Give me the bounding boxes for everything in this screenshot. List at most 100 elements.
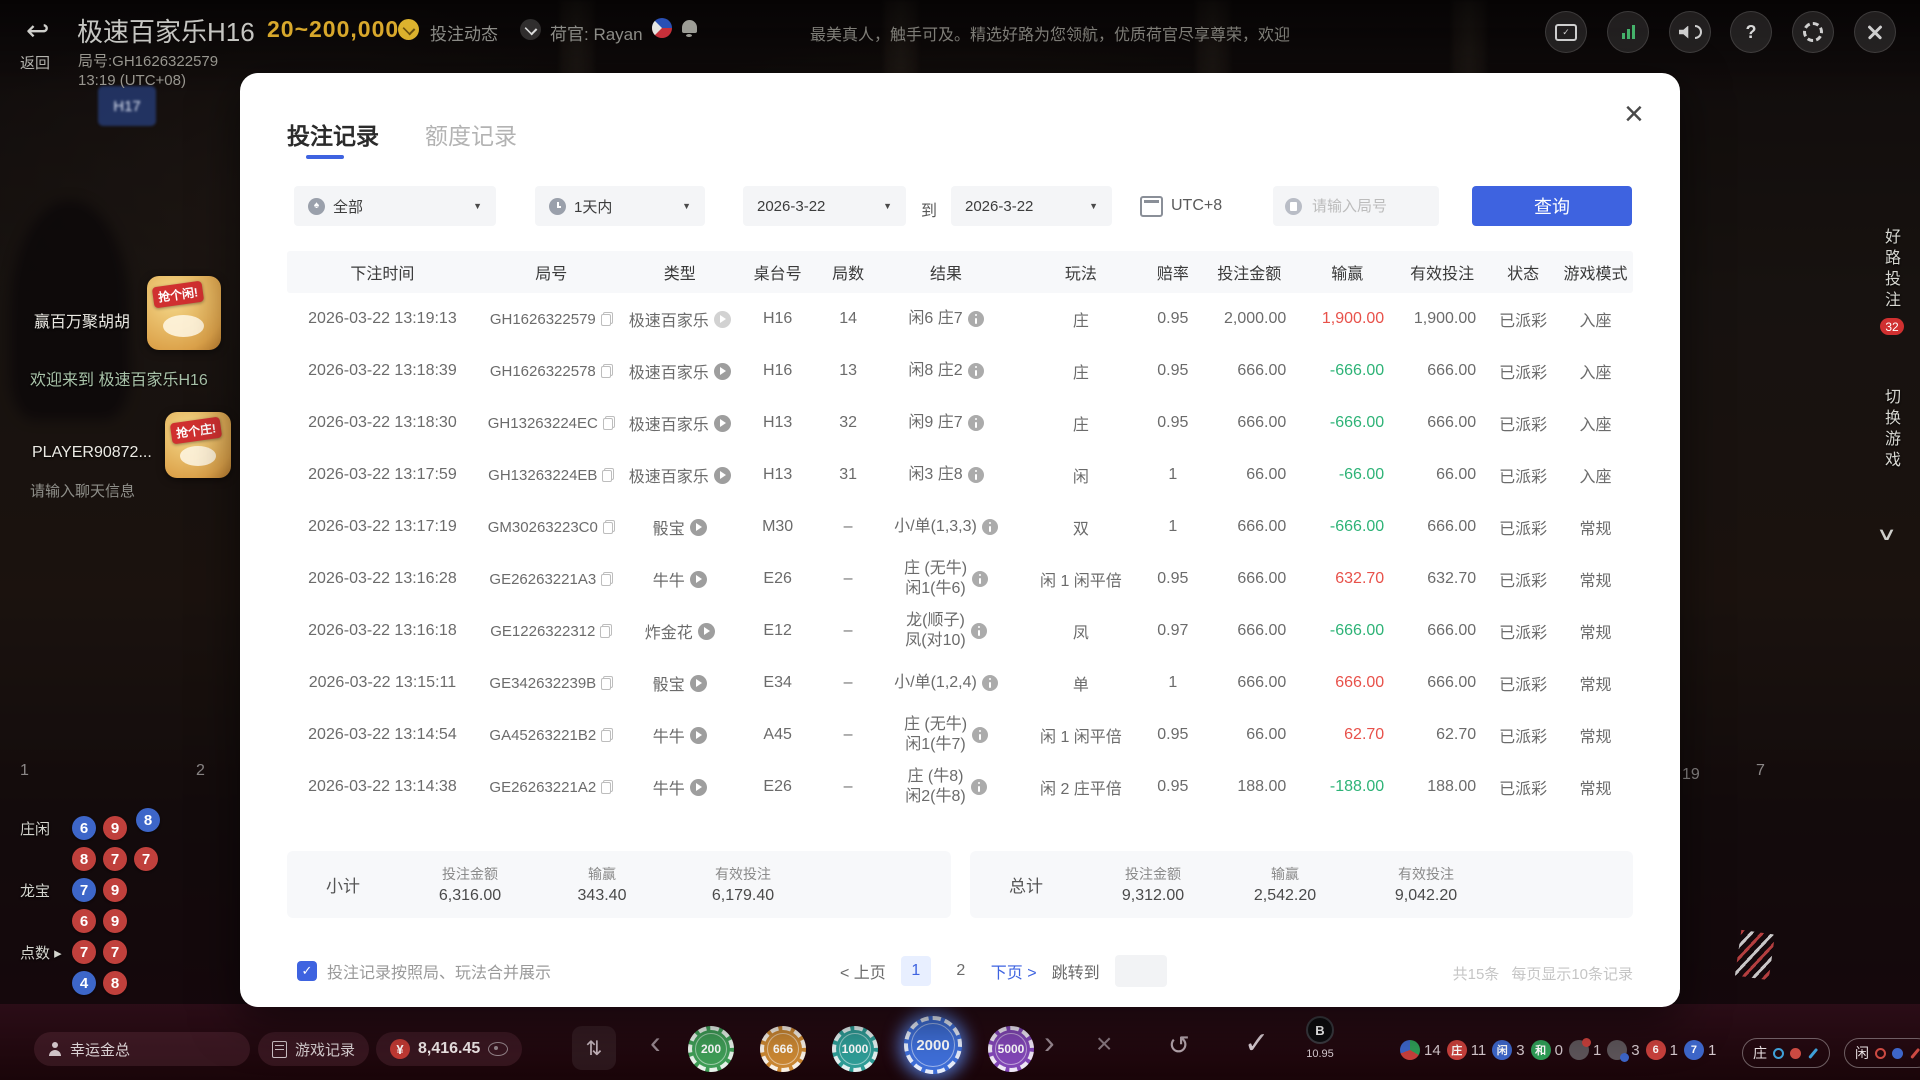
tab-bet-records[interactable]: 投注记录: [287, 117, 379, 151]
info-icon[interactable]: [982, 675, 998, 691]
cell-valid-bet: 666.00: [1396, 518, 1488, 536]
chat-input[interactable]: [28, 482, 222, 501]
replay-icon[interactable]: [714, 363, 731, 380]
replay-icon[interactable]: [714, 467, 731, 484]
settings-button[interactable]: [1792, 11, 1834, 53]
copy-icon[interactable]: [601, 312, 613, 326]
bet-dynamics-label[interactable]: 投注动态: [430, 20, 498, 45]
notification-bell-icon[interactable]: [682, 20, 697, 33]
bet-limit-caret-icon[interactable]: [398, 19, 419, 40]
bet-chip[interactable]: 2000: [904, 1016, 962, 1074]
prev-page-button[interactable]: < 上页: [840, 959, 886, 983]
replay-icon[interactable]: [690, 779, 707, 796]
info-icon[interactable]: [972, 727, 988, 743]
video-settings-button[interactable]: ✓: [1545, 11, 1587, 53]
subtotal-bet-value: 6,316.00: [439, 887, 501, 905]
close-icon[interactable]: ×: [1624, 97, 1644, 131]
time-range-select[interactable]: 1天内 ▼: [535, 186, 705, 226]
speaker-button[interactable]: [1669, 11, 1711, 53]
collapse-chevron-icon[interactable]: ∨: [1876, 524, 1897, 545]
game-type-text: 炸金花: [645, 619, 693, 643]
replay-icon[interactable]: [690, 727, 707, 744]
chip-rack: 200666100020005000: [688, 1020, 1034, 1078]
jump-page-input[interactable]: [1115, 955, 1167, 987]
gear-icon: [1803, 22, 1823, 42]
bet-chip[interactable]: 666: [760, 1026, 806, 1072]
page-2-button[interactable]: 2: [946, 956, 976, 986]
query-button[interactable]: 查询: [1472, 186, 1632, 226]
seat-number: 2: [196, 762, 205, 780]
info-icon[interactable]: [982, 519, 998, 535]
road-stat-count: 3: [1631, 1042, 1639, 1059]
info-icon[interactable]: [972, 571, 988, 587]
bet-chip[interactable]: 200: [688, 1026, 734, 1072]
next-page-button[interactable]: 下页 >: [991, 959, 1037, 983]
game-type-select[interactable]: ♠ 全部 ▼: [294, 186, 496, 226]
round-search-input[interactable]: [1310, 197, 1424, 216]
roadmap-bead: 8: [103, 971, 127, 995]
copy-icon[interactable]: [601, 364, 613, 378]
cell-valid-bet: 666.00: [1396, 414, 1488, 432]
undo-bet-button[interactable]: ↺: [1168, 1030, 1190, 1061]
road-stat-item: 闲 3: [1492, 1040, 1524, 1060]
replay-icon[interactable]: [690, 675, 707, 692]
replay-icon[interactable]: [698, 623, 715, 640]
info-icon[interactable]: [968, 467, 984, 483]
confirm-bet-button[interactable]: ✓: [1244, 1026, 1269, 1061]
tab-quota-records[interactable]: 额度记录: [425, 117, 517, 151]
cancel-bet-button[interactable]: ×: [1096, 1028, 1112, 1060]
chip-scroll-right-icon[interactable]: ›: [1044, 1024, 1055, 1061]
copy-icon[interactable]: [601, 572, 613, 586]
replay-icon[interactable]: [690, 571, 707, 588]
copy-icon[interactable]: [603, 520, 615, 534]
page-1-button[interactable]: 1: [901, 956, 931, 986]
info-icon[interactable]: [968, 363, 984, 379]
back-label[interactable]: 返回: [20, 52, 50, 73]
bet-chip[interactable]: 5000: [988, 1026, 1034, 1072]
good-road-bet-tab[interactable]: 好路投注: [1878, 228, 1902, 312]
road-stat-icon: 6: [1646, 1040, 1666, 1060]
replay-icon[interactable]: [690, 519, 707, 536]
cell-game-mode: 常规: [1558, 567, 1633, 591]
bet-limit-label[interactable]: 20~200,000: [267, 16, 399, 43]
copy-icon[interactable]: [601, 780, 613, 794]
info-icon[interactable]: [971, 623, 987, 639]
fullscreen-button[interactable]: [1854, 11, 1896, 53]
cell-round-id: GA45263221B2: [478, 727, 625, 744]
date-to-select[interactable]: 2026-3-22 ▼: [951, 186, 1112, 226]
replay-icon[interactable]: [714, 415, 731, 432]
info-icon[interactable]: [968, 415, 984, 431]
bet-dynamics-caret-icon[interactable]: [520, 19, 541, 40]
switch-game-tab[interactable]: 切换游戏: [1878, 388, 1902, 472]
chip-swap-button[interactable]: ⇅: [572, 1026, 616, 1070]
chat-input-wrap: [28, 482, 222, 501]
replay-icon[interactable]: [714, 311, 731, 328]
copy-icon[interactable]: [600, 624, 612, 638]
cell-game-mode: 常规: [1558, 775, 1633, 799]
date-from-select[interactable]: 2026-3-22 ▼: [743, 186, 906, 226]
copy-icon[interactable]: [603, 416, 615, 430]
game-records-button[interactable]: 游戏记录: [258, 1032, 369, 1066]
help-button[interactable]: ?: [1730, 11, 1772, 53]
cell-status: 已派彩: [1488, 567, 1558, 591]
cell-game-type: 牛牛: [625, 567, 735, 591]
copy-icon[interactable]: [601, 728, 613, 742]
person-icon: [48, 1042, 62, 1056]
roadmap-label[interactable]: 点数 ▸: [20, 942, 72, 963]
network-status-button[interactable]: [1607, 11, 1649, 53]
bet-chip[interactable]: 1000: [832, 1026, 878, 1072]
ask-road-pill[interactable]: 闲: [1844, 1038, 1920, 1068]
caret-down-icon: ▼: [682, 201, 691, 211]
back-button[interactable]: ↩: [26, 14, 49, 47]
merge-checkbox[interactable]: ✓: [297, 961, 317, 981]
cell-result: 小/单(1,3,3): [876, 517, 1017, 537]
copy-icon[interactable]: [602, 468, 614, 482]
chip-scroll-left-icon[interactable]: ‹: [650, 1024, 661, 1061]
info-icon[interactable]: [968, 311, 984, 327]
ask-road-pill[interactable]: 庄: [1742, 1038, 1830, 1068]
cell-bet-time: 2026-03-22 13:16:18: [287, 622, 478, 640]
copy-icon[interactable]: [601, 676, 613, 690]
eye-icon[interactable]: [488, 1042, 508, 1056]
cell-table-no: E26: [735, 570, 821, 588]
info-icon[interactable]: [971, 779, 987, 795]
